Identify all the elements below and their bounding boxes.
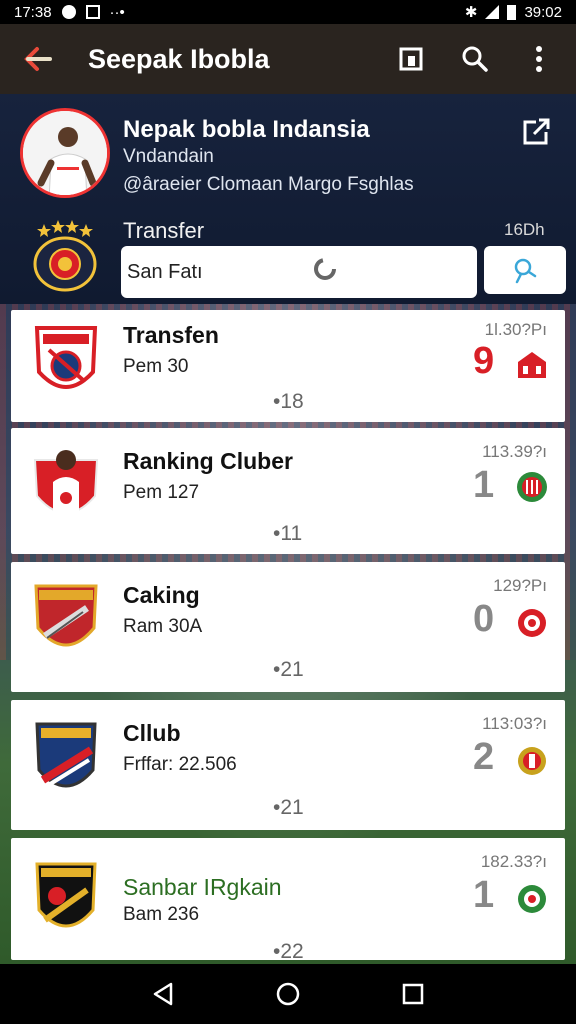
profile-name: Nepak bobla Indansia [123, 116, 370, 143]
profile-subtitle: Vndandain [123, 146, 214, 167]
list-item[interactable]: Sanbar IRgkain Bam 236 •22 182.33?ı 1 [11, 838, 565, 963]
more-notifications-icon: ··• [109, 3, 125, 21]
item-time: 1l.30?Pı [484, 320, 547, 339]
club-crest-icon [30, 218, 100, 292]
item-subtitle: Frffar: 22.506 [123, 754, 237, 775]
app-bar: Seepak Ibobla [0, 24, 576, 94]
search-input[interactable] [121, 246, 477, 298]
transfer-label: Transfer [123, 218, 205, 243]
bookmark-button[interactable] [392, 40, 430, 78]
club-badge-icon [515, 744, 549, 778]
nav-recents-button[interactable] [393, 974, 433, 1014]
item-subtitle: Pem 30 [123, 356, 189, 377]
item-time: 129?Pı [493, 576, 547, 595]
status-bar: 17:38 ··• ✱ 39:02 [0, 0, 576, 24]
club-crest-icon [33, 322, 99, 404]
home-circle-icon [276, 982, 300, 1006]
status-clock: 39:02 [524, 3, 562, 21]
item-title: Sanbar IRgkain [123, 874, 282, 900]
list-item[interactable]: Caking Ram 30A •21 129?Pı 0 [11, 562, 565, 692]
avatar [20, 108, 110, 198]
recents-square-icon [403, 983, 424, 1005]
battery-icon [507, 4, 517, 20]
profile-handle: @âraeier Clomaan Margo Fsghlas [123, 174, 414, 195]
item-count: •18 [273, 390, 304, 413]
signal-icon [485, 5, 500, 19]
item-subtitle: Pem 127 [123, 482, 200, 503]
profile-header: Nepak bobla Indansia Vndandain @âraeier … [0, 94, 576, 304]
search-icon [462, 46, 488, 72]
item-count: •21 [273, 796, 304, 819]
item-score: 2 [473, 736, 495, 778]
list-item[interactable]: Transfen Pem 30 •18 1l.30?Pı 9 [11, 310, 565, 422]
item-title: Cllub [123, 720, 181, 746]
notification-icon [61, 5, 76, 19]
item-score: 0 [473, 598, 495, 640]
item-time: 113.39?ı [482, 442, 547, 461]
club-crest-icon [33, 860, 99, 942]
list-item[interactable]: Cllub Frffar: 22.506 •21 113:03?ı 2 [11, 700, 565, 830]
club-badge-icon [515, 606, 549, 640]
bluetooth-icon: ✱ [464, 4, 478, 21]
item-title: Ranking Cluber [123, 448, 293, 474]
club-crest-icon [33, 446, 99, 528]
item-count: •11 [273, 522, 303, 545]
item-time: 113:03?ı [482, 714, 547, 733]
nav-back-button[interactable] [143, 974, 183, 1014]
back-button[interactable] [18, 39, 58, 79]
back-arrow-icon [24, 47, 52, 71]
item-score: 9 [473, 340, 495, 382]
item-score: 1 [473, 874, 495, 916]
system-nav-bar [0, 964, 576, 1024]
search-submit-button[interactable] [484, 246, 566, 294]
search-icon [514, 258, 537, 284]
search-button[interactable] [456, 40, 494, 78]
club-crest-icon [33, 582, 99, 664]
share-button[interactable] [520, 116, 552, 148]
item-title: Caking [123, 582, 200, 608]
gallery-icon [85, 5, 100, 19]
item-subtitle: Bam 236 [123, 904, 200, 925]
club-badge-icon [515, 470, 549, 504]
building-icon [515, 348, 549, 382]
back-triangle-icon [153, 982, 172, 1006]
app-title: Seepak Ibobla [88, 43, 270, 74]
item-subtitle: Ram 30A [123, 616, 203, 637]
club-crest-icon [33, 720, 99, 802]
item-title: Transfen [123, 322, 219, 348]
loading-icon [312, 256, 338, 282]
overflow-menu-button[interactable] [520, 40, 558, 78]
share-icon [523, 118, 550, 145]
item-score: 1 [473, 464, 495, 506]
transfer-time: 16Dh [504, 220, 545, 239]
nav-home-button[interactable] [268, 974, 308, 1014]
item-time: 182.33?ı [480, 852, 547, 871]
more-vert-icon [536, 46, 542, 72]
club-badge-icon [515, 882, 549, 916]
list-item[interactable]: Ranking Cluber Pem 127 •11 113.39?ı 1 [11, 428, 565, 554]
bookmark-icon [399, 47, 423, 71]
item-count: •22 [273, 940, 304, 963]
item-count: •21 [273, 658, 304, 681]
status-time: 17:38 [14, 3, 52, 21]
